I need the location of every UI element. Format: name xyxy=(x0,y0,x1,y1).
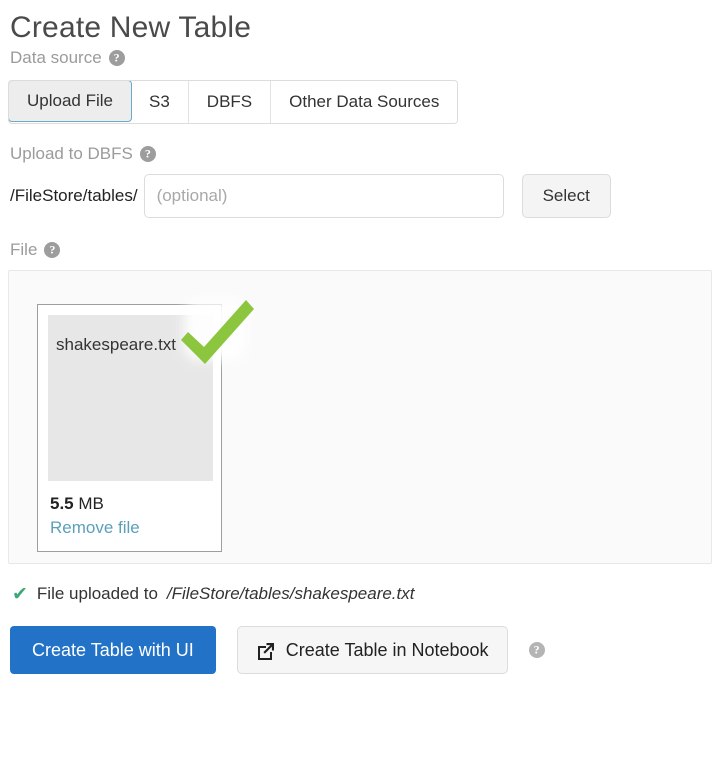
file-thumbnail: shakespeare.txt xyxy=(48,315,213,481)
file-size-value: 5.5 xyxy=(50,494,74,513)
upload-status-row: ✔ File uploaded to /FileStore/tables/sha… xyxy=(8,584,712,604)
file-dropzone[interactable]: shakespeare.txt 5.5 MB Remove file xyxy=(8,270,712,564)
file-name: shakespeare.txt xyxy=(56,335,177,354)
create-table-with-ui-button[interactable]: Create Table with UI xyxy=(10,626,216,674)
file-size: 5.5 MB xyxy=(48,494,211,514)
create-table-in-notebook-button[interactable]: Create Table in Notebook xyxy=(236,626,508,674)
file-label-row: File ? xyxy=(8,240,712,260)
external-link-icon xyxy=(256,641,275,660)
help-circle-icon[interactable]: ? xyxy=(528,642,545,658)
dbfs-path-row: /FileStore/tables/ Select xyxy=(8,174,712,218)
tab-dbfs[interactable]: DBFS xyxy=(188,81,272,123)
check-icon: ✔ xyxy=(12,583,28,605)
upload-status-path: /FileStore/tables/shakespeare.txt xyxy=(166,584,415,603)
data-source-tabs-row: Upload File S3 DBFS Other Data Sources xyxy=(8,80,712,124)
data-source-label-row: Data source ? xyxy=(8,48,712,68)
dbfs-path-prefix: /FileStore/tables/ xyxy=(10,186,138,205)
upload-status-text: File uploaded to xyxy=(36,584,158,603)
file-label: File xyxy=(10,240,38,259)
create-table-in-notebook-label: Create Table in Notebook xyxy=(285,639,489,660)
remove-file-link[interactable]: Remove file xyxy=(48,518,211,538)
help-circle-icon[interactable]: ? xyxy=(44,242,61,258)
tab-s3[interactable]: S3 xyxy=(131,81,189,123)
tab-upload-file[interactable]: Upload File xyxy=(9,81,132,122)
dbfs-path-input[interactable] xyxy=(143,174,504,218)
data-source-label: Data source xyxy=(10,48,102,67)
upload-to-dbfs-label-row: Upload to DBFS ? xyxy=(8,144,712,164)
help-circle-icon[interactable]: ? xyxy=(139,146,156,162)
upload-to-dbfs-label: Upload to DBFS xyxy=(10,144,133,163)
tab-other-data-sources[interactable]: Other Data Sources xyxy=(271,81,458,123)
action-buttons-row: Create Table with UI Create Table in Not… xyxy=(8,626,712,674)
file-size-unit: MB xyxy=(78,494,104,513)
help-circle-icon[interactable]: ? xyxy=(108,50,125,66)
file-section: File ? shakespeare.txt 5.5 MB Remove fil… xyxy=(8,240,712,564)
upload-to-dbfs-section: Upload to DBFS ? /FileStore/tables/ Sele… xyxy=(8,144,712,218)
page-title: Create New Table xyxy=(10,11,252,44)
create-new-table-page: Create New Table Data source ? Upload Fi… xyxy=(0,0,720,757)
uploaded-file-card: shakespeare.txt 5.5 MB Remove file xyxy=(37,300,254,552)
select-button[interactable]: Select xyxy=(521,174,611,218)
data-source-tabs: Upload File S3 DBFS Other Data Sources xyxy=(8,80,459,124)
